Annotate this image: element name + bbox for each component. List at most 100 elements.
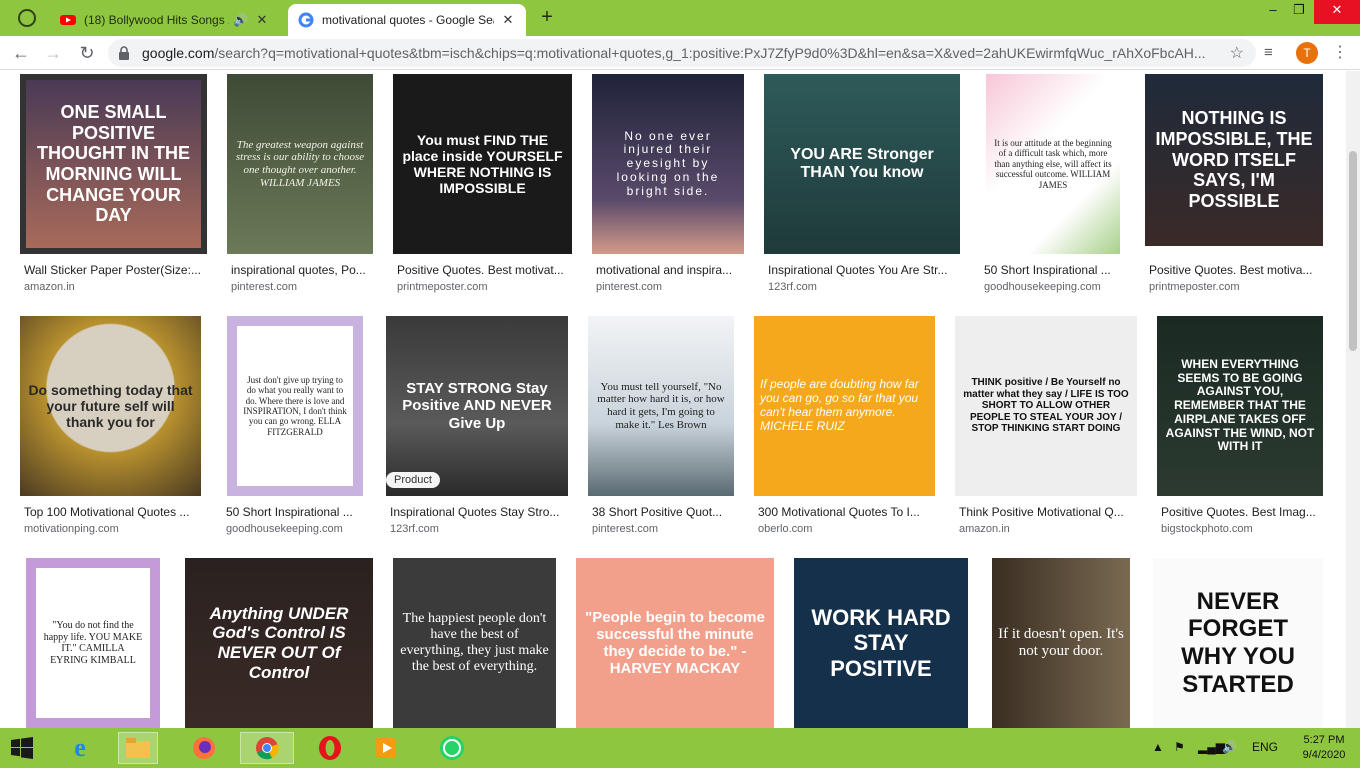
result-image[interactable]: WHEN EVERYTHING SEEMS TO BE GOING AGAINS… — [1157, 316, 1323, 496]
result-source[interactable]: amazon.in — [959, 523, 1010, 535]
result-card[interactable]: You must tell yourself, "No matter how h… — [588, 316, 738, 546]
restore-button[interactable]: ❐ — [1282, 0, 1316, 24]
speaker-icon[interactable]: 🔊 — [233, 13, 248, 27]
result-caption[interactable]: inspirational quotes, Po... — [231, 263, 377, 277]
result-image[interactable]: "People begin to become successful the m… — [576, 558, 774, 728]
page-scrollbar[interactable] — [1346, 71, 1360, 728]
back-button[interactable]: ← — [8, 40, 34, 66]
result-image[interactable]: YOU ARE Stronger THAN You know — [764, 74, 960, 254]
result-card[interactable]: No one ever injured their eyesight by lo… — [592, 71, 747, 301]
result-source[interactable]: 123rf.com — [390, 523, 439, 535]
result-caption[interactable]: motivational and inspira... — [596, 263, 744, 277]
result-image[interactable]: You must FIND THE place inside YOURSELF … — [393, 74, 572, 254]
result-card[interactable]: "People begin to become successful the m… — [576, 558, 774, 728]
result-source[interactable]: bigstockphoto.com — [1161, 523, 1253, 535]
file-explorer-icon[interactable] — [118, 732, 158, 764]
internet-explorer-icon[interactable]: e — [60, 732, 100, 764]
result-source[interactable]: pinterest.com — [596, 281, 662, 293]
result-card[interactable]: Do something today that your future self… — [20, 316, 210, 546]
result-image[interactable]: The happiest people don't have the best … — [393, 558, 556, 728]
result-source[interactable]: 123rf.com — [768, 281, 817, 293]
result-image[interactable]: THINK positive / Be Yourself no matter w… — [955, 316, 1137, 496]
result-card[interactable]: WORK HARD STAY POSITIVE — [794, 558, 968, 728]
system-clock[interactable]: 5:27 PM 9/4/2020 — [1296, 733, 1352, 763]
result-image[interactable]: No one ever injured their eyesight by lo… — [592, 74, 744, 254]
windows-start-icon[interactable] — [2, 732, 42, 764]
result-card[interactable]: You must FIND THE place inside YOURSELF … — [393, 71, 575, 301]
result-source[interactable]: oberlo.com — [758, 523, 812, 535]
result-source[interactable]: printmeposter.com — [1149, 281, 1239, 293]
result-caption[interactable]: 50 Short Inspirational ... — [226, 505, 366, 519]
result-source[interactable]: pinterest.com — [592, 523, 658, 535]
result-image[interactable]: WORK HARD STAY POSITIVE — [794, 558, 968, 728]
result-card[interactable]: NOTHING IS IMPOSSIBLE, THE WORD ITSELF S… — [1145, 71, 1325, 301]
result-card[interactable]: If people are doubting how far you can g… — [754, 316, 939, 546]
result-image[interactable]: Anything UNDER God's Control IS NEVER OU… — [185, 558, 373, 728]
tab-youtube[interactable]: (18) Bollywood Hits Songs 20 🔊 ✕ — [50, 4, 280, 36]
result-card[interactable]: STAY STRONG Stay Positive AND NEVER Give… — [386, 316, 571, 546]
result-image[interactable]: It is our attitude at the beginning of a… — [986, 74, 1120, 254]
tab-google[interactable]: motivational quotes - Google Sea ✕ — [288, 4, 526, 36]
result-image[interactable]: You must tell yourself, "No matter how h… — [588, 316, 734, 496]
result-caption[interactable]: Positive Quotes. Best motivat... — [397, 263, 573, 277]
network-signal-icon[interactable]: ▂▄▆ — [1198, 740, 1225, 754]
chrome-icon[interactable] — [240, 732, 294, 764]
result-card[interactable]: The happiest people don't have the best … — [393, 558, 556, 728]
result-caption[interactable]: Positive Quotes. Best motiva... — [1149, 263, 1323, 277]
close-window-button[interactable]: ✕ — [1314, 0, 1360, 24]
result-source[interactable]: goodhousekeeping.com — [984, 281, 1101, 293]
result-image[interactable]: Just don't give up trying to do what you… — [227, 316, 363, 496]
result-source[interactable]: amazon.in — [24, 281, 75, 293]
close-tab-icon[interactable]: ✕ — [500, 12, 516, 28]
result-caption[interactable]: Inspirational Quotes Stay Stro... — [390, 505, 568, 519]
result-image[interactable]: NEVER FORGET WHY YOU STARTED — [1153, 558, 1323, 728]
result-image[interactable]: Do something today that your future self… — [20, 316, 201, 496]
result-caption[interactable]: Wall Sticker Paper Poster(Size:... — [24, 263, 206, 277]
result-card[interactable]: THINK positive / Be Yourself no matter w… — [955, 316, 1140, 546]
bookmark-star-icon[interactable]: ☆ — [1230, 43, 1244, 63]
result-image[interactable]: If it doesn't open. It's not your door. — [992, 558, 1130, 728]
result-image[interactable]: The greatest weapon against stress is ou… — [227, 74, 373, 254]
result-card[interactable]: "You do not find the happy life. YOU MAK… — [26, 558, 161, 728]
result-card[interactable]: It is our attitude at the beginning of a… — [980, 71, 1130, 301]
profile-avatar[interactable]: T — [1296, 42, 1318, 64]
result-caption[interactable]: Top 100 Motivational Quotes ... — [24, 505, 200, 519]
result-source[interactable]: printmeposter.com — [397, 281, 487, 293]
scrollbar-thumb[interactable] — [1349, 151, 1357, 351]
whatsapp-icon[interactable] — [432, 732, 472, 764]
result-caption[interactable]: 300 Motivational Quotes To I... — [758, 505, 936, 519]
forward-button[interactable]: → — [40, 40, 66, 66]
result-caption[interactable]: Think Positive Motivational Q... — [959, 505, 1135, 519]
result-card[interactable]: Just don't give up trying to do what you… — [222, 316, 372, 546]
opera-icon[interactable] — [310, 732, 350, 764]
reload-button[interactable]: ↻ — [74, 40, 100, 66]
result-image[interactable]: NOTHING IS IMPOSSIBLE, THE WORD ITSELF S… — [1145, 74, 1323, 246]
result-card[interactable]: Anything UNDER God's Control IS NEVER OU… — [185, 558, 373, 728]
action-center-flag-icon[interactable]: ⚑ — [1174, 740, 1185, 754]
result-source[interactable]: motivationping.com — [24, 523, 119, 535]
media-player-icon[interactable] — [366, 732, 406, 764]
result-card[interactable]: YOU ARE Stronger THAN You know Inspirati… — [764, 71, 964, 301]
result-card[interactable]: The greatest weapon against stress is ou… — [227, 71, 377, 301]
close-tab-icon[interactable]: ✕ — [254, 12, 270, 28]
show-hidden-icons[interactable]: ▲ — [1152, 740, 1164, 754]
chrome-menu-icon[interactable] — [18, 9, 36, 27]
result-caption[interactable]: 38 Short Positive Quot... — [592, 505, 736, 519]
result-card[interactable]: ONE SMALL POSITIVE THOUGHT IN THE MORNIN… — [20, 71, 210, 301]
result-source[interactable]: pinterest.com — [231, 281, 297, 293]
address-bar[interactable]: google.com/search?q=motivational+quotes&… — [108, 39, 1256, 67]
language-indicator[interactable]: ENG — [1252, 740, 1278, 754]
result-source[interactable]: goodhousekeeping.com — [226, 523, 343, 535]
reading-list-icon[interactable]: ≡ — [1264, 44, 1273, 61]
result-caption[interactable]: Inspirational Quotes You Are Str... — [768, 263, 962, 277]
result-card[interactable]: If it doesn't open. It's not your door. — [992, 558, 1130, 728]
new-tab-button[interactable]: + — [536, 6, 558, 28]
result-card[interactable]: WHEN EVERYTHING SEEMS TO BE GOING AGAINS… — [1157, 316, 1327, 546]
menu-dots-icon[interactable]: ⋮ — [1332, 42, 1348, 62]
result-image[interactable]: If people are doubting how far you can g… — [754, 316, 935, 496]
volume-icon[interactable]: 🔊 — [1222, 740, 1237, 754]
result-caption[interactable]: Positive Quotes. Best Imag... — [1161, 505, 1325, 519]
result-card[interactable]: NEVER FORGET WHY YOU STARTED — [1153, 558, 1323, 728]
result-image[interactable]: "You do not find the happy life. YOU MAK… — [26, 558, 160, 728]
result-image[interactable]: ONE SMALL POSITIVE THOUGHT IN THE MORNIN… — [20, 74, 207, 254]
